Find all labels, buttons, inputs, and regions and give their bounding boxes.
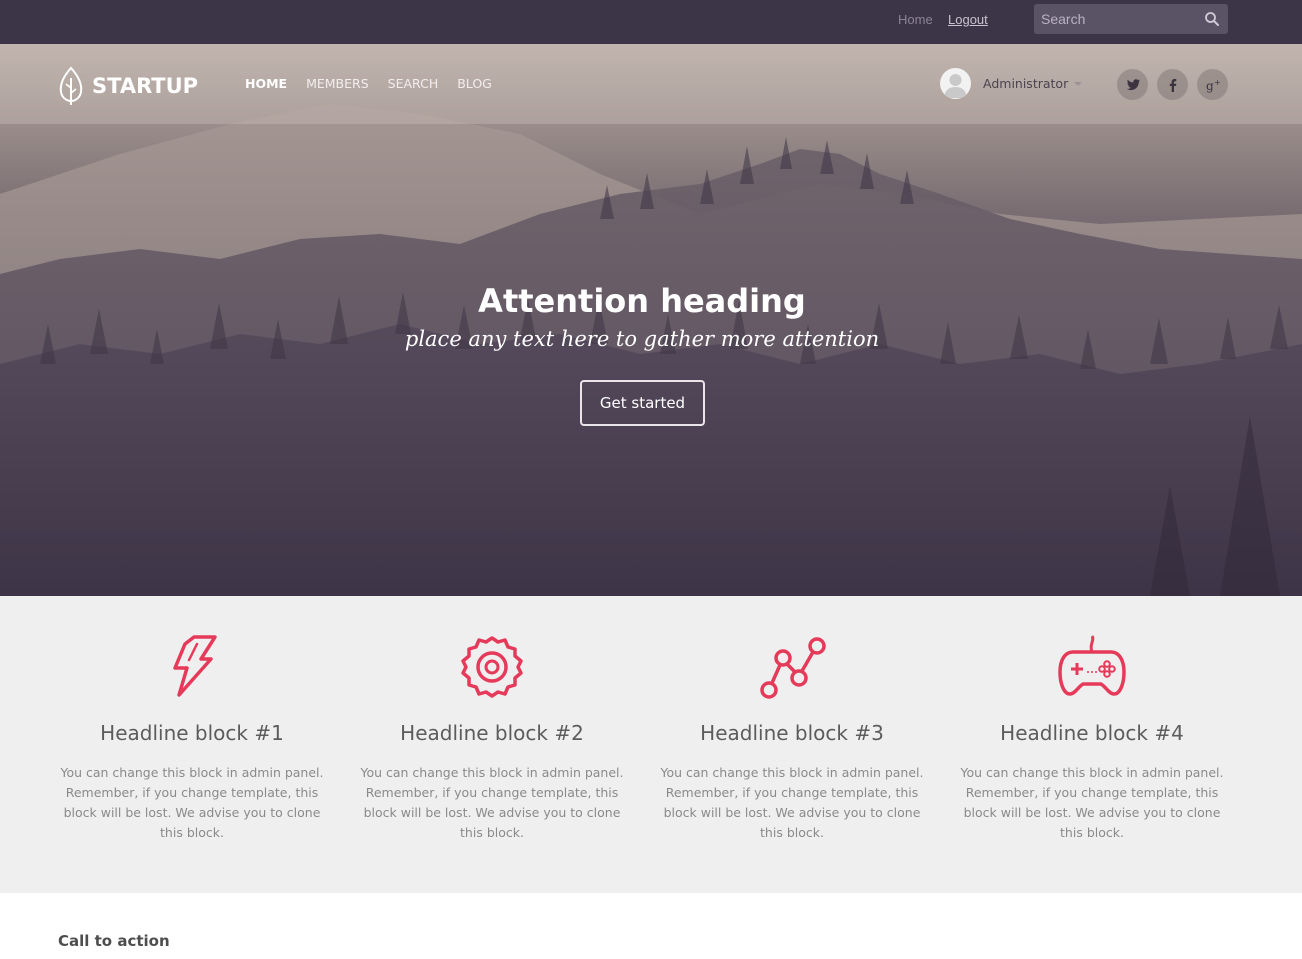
gear-icon — [461, 636, 523, 698]
search-box — [1034, 4, 1228, 34]
main-navbar: STARTUP HOME MEMBERS SEARCH BLOG Adminis… — [0, 44, 1302, 124]
user-silhouette-icon — [944, 74, 967, 98]
logo[interactable]: STARTUP — [58, 66, 198, 106]
search-input[interactable] — [1034, 4, 1199, 34]
feature-title: Headline block #3 — [700, 721, 884, 745]
nav-item-search[interactable]: SEARCH — [388, 76, 439, 91]
twitter-icon[interactable] — [1117, 69, 1148, 100]
feature-title: Headline block #1 — [100, 721, 284, 745]
feature-text: You can change this block in admin panel… — [960, 765, 1224, 840]
feature-text: You can change this block in admin panel… — [360, 765, 624, 840]
line-graph-icon — [760, 637, 826, 699]
hero-title: Attention heading — [478, 282, 806, 320]
leaf-icon — [59, 66, 83, 105]
lightning-icon — [173, 635, 217, 697]
brand-name: STARTUP — [92, 74, 199, 98]
forest-background-image — [0, 104, 1302, 596]
google-plus-icon[interactable]: g + — [1197, 69, 1228, 100]
chevron-down-icon — [1074, 81, 1083, 86]
user-name: Administrator — [983, 76, 1069, 91]
call-to-action-heading: Call to action — [58, 932, 170, 950]
feature-text: You can change this block in admin panel… — [60, 765, 324, 840]
features-section: Headline block #1 You can change this bl… — [0, 596, 1302, 893]
nav-item-home[interactable]: HOME — [245, 76, 287, 91]
feature-title: Headline block #2 — [400, 721, 584, 745]
top-utility-bar: Home Logout — [0, 0, 1302, 44]
svg-text:g: g — [1206, 79, 1214, 93]
search-icon[interactable] — [1204, 11, 1220, 27]
hero-section: STARTUP HOME MEMBERS SEARCH BLOG Adminis… — [0, 44, 1302, 596]
avatar — [940, 68, 971, 99]
logout-link[interactable]: Logout — [948, 12, 988, 27]
feature-text: You can change this block in admin panel… — [660, 765, 924, 840]
hero-subtitle: place any text here to gather more atten… — [404, 327, 880, 351]
gamepad-icon — [1058, 635, 1126, 696]
nav-item-blog[interactable]: BLOG — [457, 76, 492, 91]
user-menu[interactable]: Administrator — [940, 68, 1083, 99]
svg-text:+: + — [1214, 78, 1221, 87]
home-link[interactable]: Home — [898, 12, 933, 27]
nav-item-members[interactable]: MEMBERS — [306, 76, 369, 91]
get-started-button[interactable]: Get started — [580, 380, 705, 426]
main-nav: HOME MEMBERS SEARCH BLOG — [245, 76, 511, 91]
facebook-icon[interactable] — [1157, 69, 1188, 100]
feature-title: Headline block #4 — [1000, 721, 1184, 745]
